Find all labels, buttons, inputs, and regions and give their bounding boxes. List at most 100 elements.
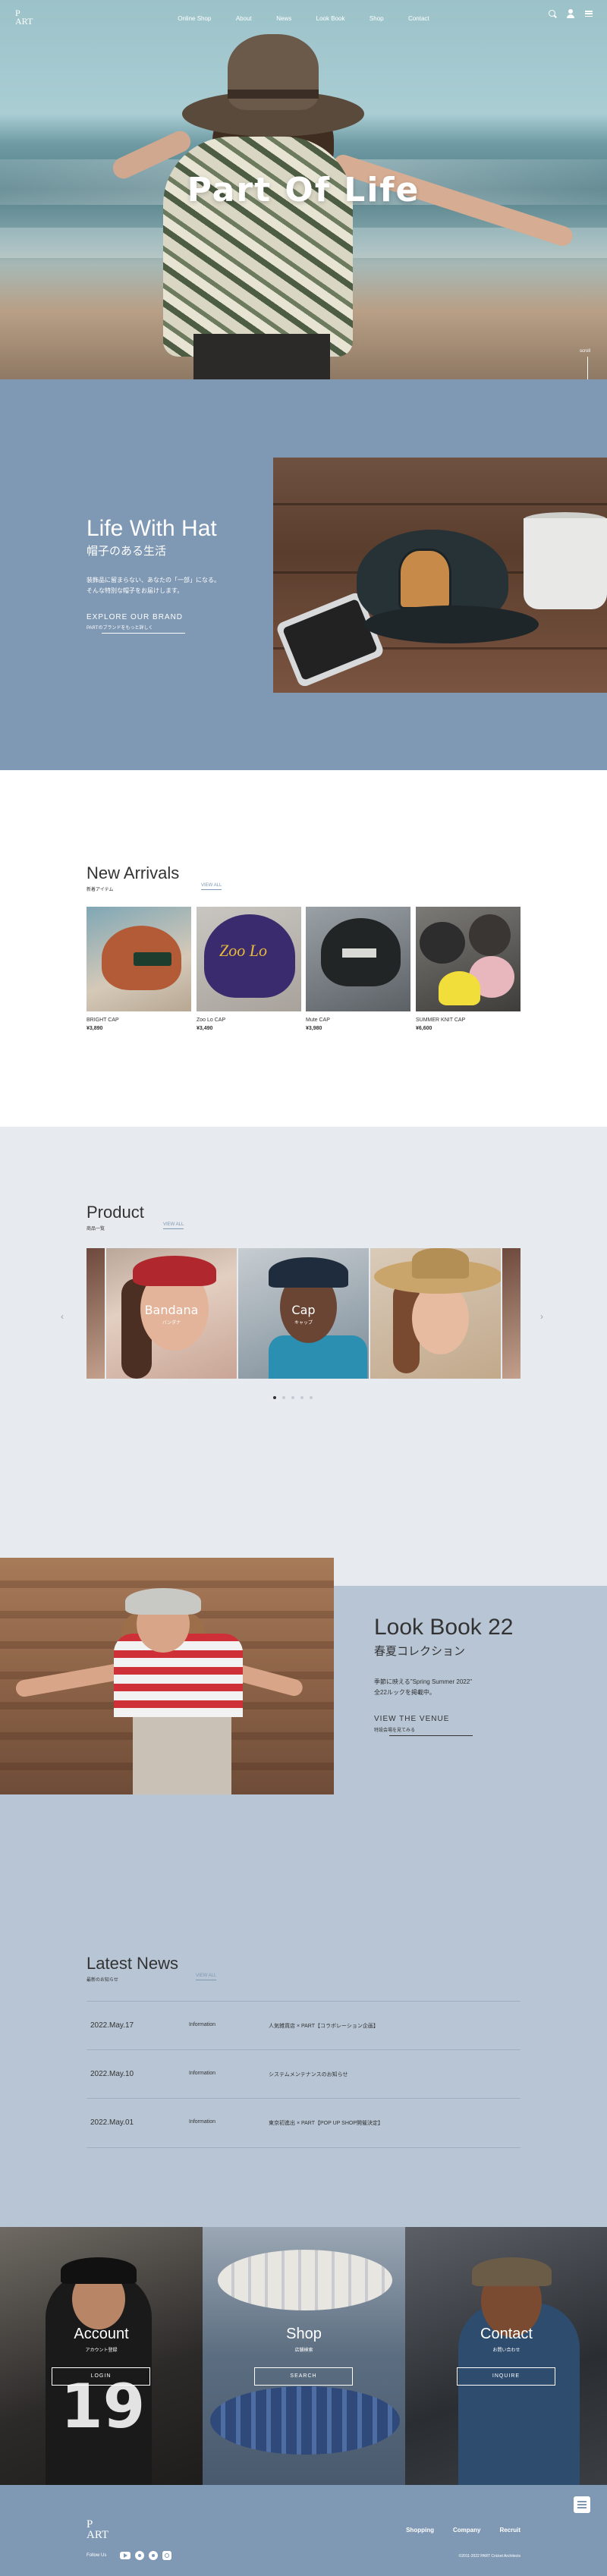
pagination-dot[interactable] bbox=[310, 1396, 313, 1399]
shop-title: Shop bbox=[286, 2326, 322, 2342]
twitter-icon[interactable] bbox=[135, 2551, 144, 2560]
account-subtitle: アカウント登録 bbox=[85, 2348, 118, 2353]
pagination-dot[interactable] bbox=[291, 1396, 294, 1399]
lookbook-desc-line: 全22ルックを掲載中。 bbox=[374, 1689, 436, 1696]
nav-item-contact[interactable]: Contact bbox=[408, 15, 429, 22]
product-subtitle: 商品一覧 bbox=[86, 1227, 105, 1231]
nav-item-shop[interactable]: Shop bbox=[370, 15, 384, 22]
nav-item-about[interactable]: About bbox=[236, 15, 252, 22]
product-image bbox=[416, 907, 521, 1011]
menu-icon[interactable] bbox=[584, 9, 593, 18]
social-links bbox=[120, 2551, 171, 2560]
inquire-button[interactable]: INQUIRE bbox=[457, 2367, 555, 2386]
follow-us-label: Follow Us bbox=[86, 2553, 107, 2558]
product-name: Zoo Lo CAP bbox=[197, 1018, 226, 1023]
carousel-slide[interactable]: Bandana バンダナ bbox=[106, 1248, 237, 1379]
shop-subtitle: 店舗検索 bbox=[294, 2348, 313, 2353]
new-arrivals-subtitle: 新着アイテム bbox=[86, 888, 114, 892]
product-card[interactable]: Zoo Lo Zoo Lo CAP ¥3,490 bbox=[197, 907, 301, 1031]
news-date: 2022.May.17 bbox=[90, 2021, 134, 2030]
contact-panel: Contact お問い合わせ INQUIRE bbox=[405, 2227, 607, 2485]
global-nav: Online Shop About News Look Book Shop Co… bbox=[0, 11, 607, 24]
explore-brand-link[interactable]: EXPLORE OUR BRAND bbox=[86, 613, 183, 621]
hero-photo-hat bbox=[228, 34, 319, 110]
news-row[interactable]: 2022.May.17 Information 人気雑貨店 × PART【コラボ… bbox=[86, 2001, 521, 2049]
product-price: ¥3,890 bbox=[86, 1026, 103, 1031]
lookbook-desc-line: 季節に映える"Spring Summer 2022" bbox=[374, 1678, 473, 1685]
carousel-prev-icon[interactable]: ‹ bbox=[61, 1311, 64, 1322]
news-category: Information bbox=[189, 2071, 216, 2076]
view-venue-link[interactable]: VIEW THE VENUE bbox=[374, 1715, 449, 1723]
search-button[interactable]: SEARCH bbox=[254, 2367, 353, 2386]
nav-item-look-book[interactable]: Look Book bbox=[316, 15, 345, 22]
carousel-pagination bbox=[273, 1396, 313, 1399]
news-subtitle: 最新のお知らせ bbox=[86, 1978, 118, 1983]
life-desc-line: 装飾品に留まらない、あなたの「一部」になる。 bbox=[86, 577, 220, 583]
product-image bbox=[306, 907, 410, 1011]
logo-line: P bbox=[86, 2518, 93, 2530]
news-category: Information bbox=[189, 2119, 216, 2125]
life-title: Life With Hat bbox=[86, 516, 217, 541]
instagram-icon[interactable] bbox=[162, 2551, 171, 2560]
product-view-all-link[interactable]: VIEW ALL bbox=[163, 1222, 184, 1229]
product-image bbox=[86, 907, 191, 1011]
footer-links: Shopping Company Recruit bbox=[406, 2527, 521, 2534]
logo-line: ART bbox=[86, 2529, 109, 2541]
account-title: Account bbox=[74, 2326, 129, 2342]
login-button[interactable]: LOGIN bbox=[52, 2367, 150, 2386]
hero-photo-pants bbox=[193, 334, 330, 379]
product-price: ¥3,490 bbox=[197, 1026, 213, 1031]
nav-item-news[interactable]: News bbox=[276, 15, 291, 22]
slide-label: Cap bbox=[291, 1303, 316, 1317]
product-card[interactable]: Mute CAP ¥3,980 bbox=[306, 907, 410, 1031]
pagination-dot[interactable] bbox=[282, 1396, 285, 1399]
carousel-slide-partial[interactable] bbox=[86, 1248, 105, 1379]
pagination-dot[interactable] bbox=[300, 1396, 304, 1399]
product-name: Mute CAP bbox=[306, 1018, 330, 1023]
life-description: 装飾品に留まらない、あなたの「一部」になる。 そんな特別な帽子をお届けします。 bbox=[86, 575, 238, 596]
product-card[interactable]: BRIGHT CAP ¥3,890 bbox=[86, 907, 191, 1031]
product-name: SUMMER KNIT CAP bbox=[416, 1018, 466, 1023]
hero-photo-shirt bbox=[163, 137, 353, 357]
carousel-slide[interactable]: Cap キャップ bbox=[238, 1248, 369, 1379]
life-photo-cap-on-table bbox=[273, 458, 607, 693]
hero-photo-hat-band bbox=[228, 90, 319, 99]
news-date: 2022.May.01 bbox=[90, 2118, 134, 2127]
product-card[interactable]: SUMMER KNIT CAP ¥6,600 bbox=[416, 907, 521, 1031]
nav-item-online-shop[interactable]: Online Shop bbox=[178, 15, 211, 22]
link-underline bbox=[389, 1735, 473, 1736]
pagination-dot[interactable] bbox=[273, 1396, 276, 1399]
news-row[interactable]: 2022.May.10 Information システムメンテナンスのお知らせ bbox=[86, 2049, 521, 2098]
news-category: Information bbox=[189, 2022, 216, 2027]
search-icon[interactable] bbox=[548, 9, 557, 18]
footer-link-recruit[interactable]: Recruit bbox=[499, 2527, 521, 2534]
header-icons bbox=[548, 9, 593, 18]
carousel-slide-partial[interactable] bbox=[502, 1248, 521, 1379]
facebook-icon[interactable] bbox=[149, 2551, 158, 2560]
product-image: Zoo Lo bbox=[197, 907, 301, 1011]
slide-label: Bandana bbox=[144, 1303, 199, 1317]
shop-panel: Shop 店舗検索 SEARCH bbox=[203, 2227, 405, 2485]
scroll-indicator-line bbox=[587, 357, 588, 379]
life-desc-line: そんな特別な帽子をお届けします。 bbox=[86, 587, 184, 594]
news-headline: システムメンテナンスのお知らせ bbox=[269, 2072, 348, 2077]
hero-title: Part Of Life bbox=[187, 171, 420, 209]
user-icon[interactable] bbox=[566, 9, 575, 18]
lookbook-subtitle: 春夏コレクション bbox=[374, 1645, 466, 1658]
account-panel: 19 Account アカウント登録 LOGIN bbox=[0, 2227, 203, 2485]
product-name: BRIGHT CAP bbox=[86, 1018, 119, 1023]
carousel-next-icon[interactable]: › bbox=[540, 1311, 543, 1322]
youtube-icon[interactable] bbox=[120, 2552, 131, 2559]
copyright: ©2011-2022 PART Cricket Architects bbox=[458, 2554, 521, 2559]
footer-logo[interactable]: P ART bbox=[86, 2518, 109, 2541]
news-view-all-link[interactable]: VIEW ALL bbox=[196, 1974, 217, 1980]
new-arrivals-view-all-link[interactable]: VIEW ALL bbox=[201, 883, 222, 890]
menu-icon[interactable] bbox=[574, 2496, 590, 2513]
news-row[interactable]: 2022.May.01 Information 東京初進出 × PART【POP… bbox=[86, 2098, 521, 2147]
carousel-slide[interactable] bbox=[370, 1248, 501, 1379]
product-price: ¥6,600 bbox=[416, 1026, 432, 1031]
product-carousel: Bandana バンダナ Cap キャップ bbox=[86, 1248, 521, 1379]
footer-link-company[interactable]: Company bbox=[453, 2527, 480, 2534]
product-price: ¥3,980 bbox=[306, 1026, 322, 1031]
footer-link-shopping[interactable]: Shopping bbox=[406, 2527, 434, 2534]
